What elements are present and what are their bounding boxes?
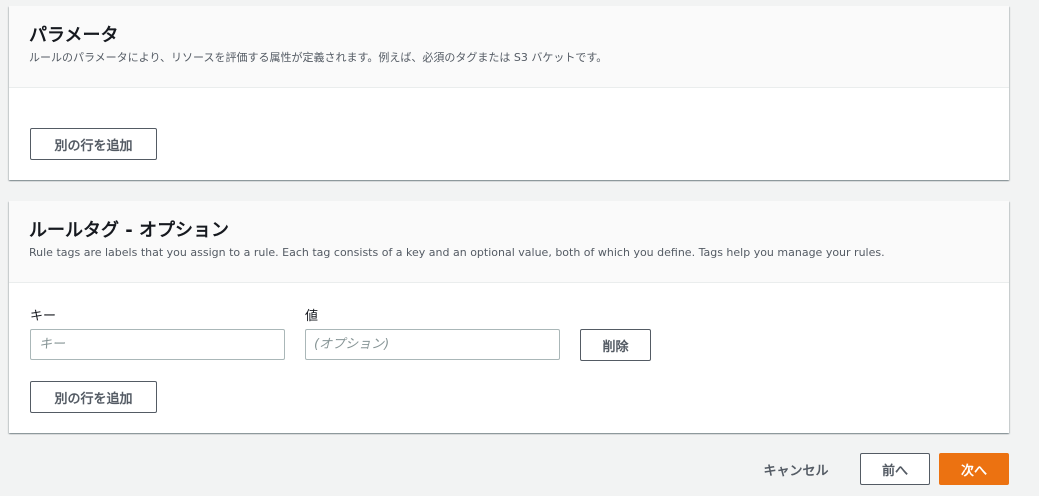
parameters-add-row-button[interactable]: 別の行を追加 [30, 128, 157, 160]
tag-remove-button[interactable]: 削除 [580, 329, 651, 361]
cancel-button[interactable]: キャンセル [748, 453, 844, 485]
rule-tags-title: ルールタグ - オプション [29, 220, 230, 241]
previous-button[interactable]: 前へ [860, 453, 930, 485]
tag-key-input[interactable] [30, 329, 285, 360]
rule-tags-add-row-button[interactable]: 別の行を追加 [30, 381, 157, 413]
tag-value-label: 値 [305, 309, 319, 324]
rule-tags-panel: ルールタグ - オプション Rule tags are labels that … [9, 201, 1009, 433]
tag-key-label: キー [30, 309, 57, 324]
rule-tags-header: ルールタグ - オプション Rule tags are labels that … [9, 201, 1009, 283]
rule-tags-description: Rule tags are labels that you assign to … [29, 246, 885, 259]
parameters-header: パラメータ ルールのパラメータにより、リソースを評価する属性が定義されます。例え… [9, 6, 1009, 88]
next-button[interactable]: 次へ [939, 453, 1009, 485]
parameters-description: ルールのパラメータにより、リソースを評価する属性が定義されます。例えば、必須のタ… [29, 51, 608, 64]
parameters-title: パラメータ [29, 25, 119, 46]
tag-value-input[interactable] [305, 329, 560, 360]
parameters-panel: パラメータ ルールのパラメータにより、リソースを評価する属性が定義されます。例え… [9, 6, 1009, 180]
